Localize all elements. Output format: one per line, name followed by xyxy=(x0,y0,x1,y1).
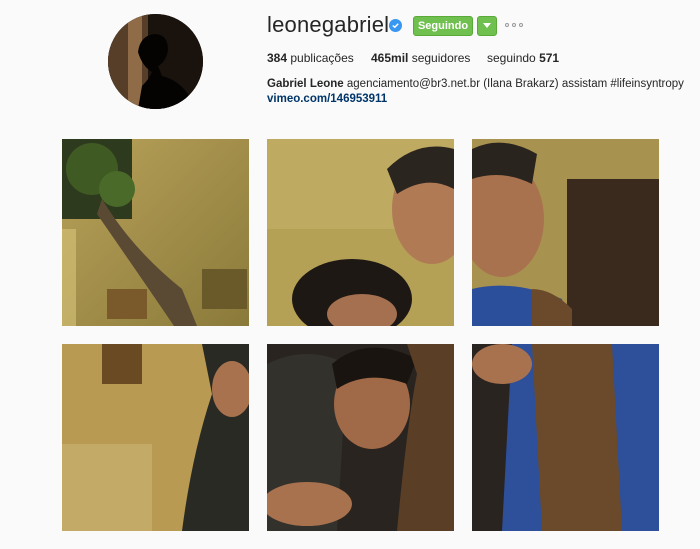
following-count: 571 xyxy=(539,51,560,65)
more-options-icon[interactable] xyxy=(505,19,523,31)
grid-post-3[interactable] xyxy=(472,139,659,326)
followers-count: 465mil xyxy=(371,51,409,65)
following-label: seguindo xyxy=(487,51,536,65)
profile-username: leonegabriel xyxy=(267,12,390,37)
grid-post-1[interactable] xyxy=(62,139,249,326)
posts-count: 384 xyxy=(267,51,288,65)
posts-label: publicações xyxy=(290,51,354,65)
bio-text: agenciamento@br3.net.br (Ilana Brakarz) … xyxy=(346,78,684,90)
chevron-down-icon xyxy=(483,23,491,28)
followers-label: seguidores xyxy=(411,51,471,65)
verified-icon xyxy=(389,19,402,32)
bio-full-name: Gabriel Leone xyxy=(267,78,344,90)
grid-post-2[interactable] xyxy=(267,139,454,326)
profile-avatar[interactable] xyxy=(108,14,203,109)
grid-post-4[interactable] xyxy=(62,344,249,531)
profile-bio: Gabriel Leone agenciamento@br3.net.br (I… xyxy=(267,77,684,107)
followers-stat[interactable]: 465mil seguidores xyxy=(371,51,470,65)
following-button[interactable]: Seguindo xyxy=(413,16,473,36)
bio-link[interactable]: vimeo.com/146953911 xyxy=(267,92,684,107)
posts-stat: 384 publicações xyxy=(267,51,354,65)
suggestions-dropdown-button[interactable] xyxy=(477,16,497,36)
following-stat[interactable]: seguindo 571 xyxy=(487,51,559,65)
grid-post-6[interactable] xyxy=(472,344,659,531)
grid-post-5[interactable] xyxy=(267,344,454,531)
